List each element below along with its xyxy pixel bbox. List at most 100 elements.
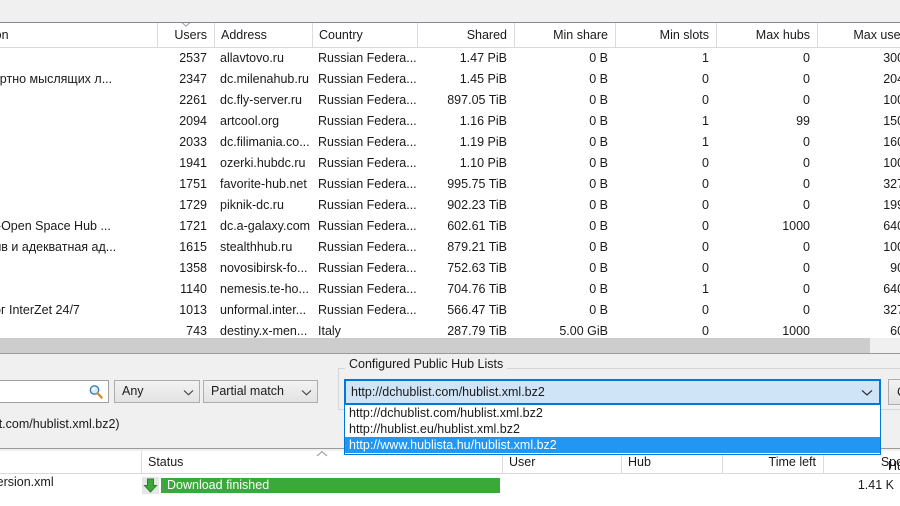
hub-list-column-header[interactable]: Country (312, 23, 416, 47)
hub-list-cell-users: 1941 (157, 153, 213, 174)
hub-list-body[interactable]: orld2537allavtovo.ruRussian Federa...1.4… (0, 48, 900, 338)
hub-list-cell-shared: 1.47 PiB (417, 48, 513, 69)
hub-list-cell-shared: 1.45 PiB (417, 69, 513, 90)
hub-list-cell-max-hubs: 0 (716, 48, 816, 69)
hub-list-cell-shared: 995.75 TiB (417, 174, 513, 195)
hub-list-cell-min-slots: 0 (615, 258, 715, 279)
table-row[interactable]: Петербург InterZet 24/71013unformal.inte… (0, 300, 900, 321)
hub-list-cell-max-hubs: 1000 (716, 321, 816, 338)
hub-list-cell-users: 1729 (157, 195, 213, 216)
hub-list-cell-description: [ • - Wide-Open Space Hub ... (0, 216, 155, 237)
hub-list-url-combo[interactable]: http://dchublist.com/hublist.xml.bz2 (344, 379, 881, 405)
status-badge: Download finished (167, 478, 269, 493)
hub-list-url-dropdown[interactable]: http://dchublist.com/hublist.xml.bz2http… (344, 404, 881, 455)
hub-list-cell-country: Russian Federa... (312, 153, 416, 174)
hub-list-cell-min-share: 0 B (514, 111, 614, 132)
hub-list-cell-shared: 1.19 PiB (417, 132, 513, 153)
hub-list-cell-users: 2347 (157, 69, 213, 90)
transfers-column-header[interactable]: File (0, 451, 140, 473)
hubs-column-label: Hubs (888, 458, 900, 474)
hub-list-column-header[interactable]: Min slots (615, 23, 715, 47)
hub-list-column-header[interactable]: Max hubs (716, 23, 816, 47)
dropdown-option[interactable]: http://hublist.eu/hublist.xml.bz2 (345, 421, 880, 437)
hub-list-cell-shared: 1.10 PiB (417, 153, 513, 174)
table-row[interactable]: C++2261dc.fly-server.ruRussian Federa...… (0, 90, 900, 111)
hub-list-cell-shared: 879.21 TiB (417, 237, 513, 258)
hub-list-cell-max-users: 1999 (817, 195, 900, 216)
hub-list-cell-min-share: 0 B (514, 216, 614, 237)
table-row[interactable]: an trivia743destiny.x-men...Italy287.79 … (0, 321, 900, 338)
hub-list-cell-shared: 287.79 TiB (417, 321, 513, 338)
hub-list-cell-country: Italy (312, 321, 416, 338)
hub-list-scroll-thumb[interactable] (0, 338, 870, 353)
hub-list-cell-min-slots: 1 (615, 279, 715, 300)
hub-list-horizontal-scrollbar[interactable] (0, 338, 900, 353)
dropdown-option[interactable]: http://dchublist.com/hublist.xml.bz2 (345, 405, 880, 421)
hub-list-cell-description: an trivia (0, 321, 155, 338)
hub-list-cell-min-slots: 0 (615, 153, 715, 174)
table-row[interactable]: [ • - Wide-Open Space Hub ...1721dc.a-ga… (0, 216, 900, 237)
window-top-band (0, 0, 900, 23)
hub-list-column-header[interactable]: Address (214, 23, 311, 47)
hub-list-cell-max-hubs: 0 (716, 153, 816, 174)
table-row[interactable]: 1751favorite-hub.netRussian Federa...995… (0, 174, 900, 195)
hub-list-cell-max-users: 6400 (817, 216, 900, 237)
hub-list-cell-shared: 566.47 TiB (417, 300, 513, 321)
hub-list-column-header[interactable]: Shared (417, 23, 513, 47)
hub-list-column-header[interactable]: Max users (817, 23, 900, 47)
hub-list-cell-max-users: 1500 (817, 111, 900, 132)
sort-ascending-icon (316, 451, 328, 458)
chevron-down-icon[interactable] (861, 389, 873, 396)
hub-list-cell-address: destiny.x-men... (214, 321, 311, 338)
hub-list-cell-description: Петербург InterZet 24/7 (0, 300, 155, 321)
hub-list-column-header[interactable]: Description (0, 23, 155, 47)
hub-list-cell-min-slots: 1 (615, 48, 715, 69)
table-row[interactable]: orld2537allavtovo.ruRussian Federa...1.4… (0, 48, 900, 69)
hub-list-cell-max-hubs: 0 (716, 69, 816, 90)
hub-list-column-header[interactable]: Min share (514, 23, 614, 47)
hub-list-column-header-label: Shared (467, 28, 507, 42)
hub-list-cell-max-users: 3000 (817, 48, 900, 69)
search-input[interactable] (0, 380, 109, 403)
transfers-column-header-label: Hub (628, 455, 651, 469)
hub-list-cell-shared: 902.23 TiB (417, 195, 513, 216)
magnifier-icon[interactable] (88, 384, 104, 400)
hub-list-column-header[interactable]: Users (157, 23, 213, 47)
chevron-down-icon[interactable] (183, 389, 194, 396)
hub-list-cell-min-share: 0 B (514, 132, 614, 153)
hub-list-column-header-label: Max hubs (756, 28, 810, 42)
hub-list-cell-description (0, 195, 155, 216)
hub-list-cell-min-slots: 0 (615, 300, 715, 321)
hub-list-cell-min-share: 0 B (514, 300, 614, 321)
hub-list-cell-country: Russian Federa... (312, 216, 416, 237)
filter-column-combo[interactable]: Any (114, 380, 200, 403)
hub-list-cell-min-slots: 0 (615, 195, 715, 216)
hub-list-cell-max-users: 3276 (817, 174, 900, 195)
hub-list-cell-address: dc.fly-server.ru (214, 90, 311, 111)
hub-list-cell-shared: 602.61 TiB (417, 216, 513, 237)
public-hub-list-table[interactable]: DescriptionUsersAddressCountry Shared Min … (0, 23, 900, 338)
transfers-column-header-label: Status (148, 455, 183, 469)
hub-list-cell-max-hubs: 99 (716, 111, 816, 132)
table-row[interactable]: 1729piknik-dc.ruRussian Federa...902.23 … (0, 195, 900, 216)
hub-list-cell-min-slots: 0 (615, 216, 715, 237)
table-row[interactable]: й колектив и адекватная ад...1615stealth… (0, 237, 900, 258)
hub-list-cell-min-share: 0 B (514, 195, 614, 216)
transfer-speed: 1.41 K (700, 474, 900, 496)
table-row[interactable]: 1140nemesis.te-ho...Russian Federa...704… (0, 279, 900, 300)
table-row[interactable]: 2033dc.filimania.co...Russian Federa...1… (0, 132, 900, 153)
table-row[interactable]: нестандартно мыслящих л...2347dc.milenah… (0, 69, 900, 90)
configure-button[interactable]: Configure (888, 379, 900, 405)
hub-list-header-row[interactable]: DescriptionUsersAddressCountry Shared Min … (0, 23, 900, 48)
dropdown-option[interactable]: http://www.hublista.hu/hublist.xml.bz2 (345, 437, 880, 453)
filter-method-combo[interactable]: Partial match (203, 380, 318, 403)
hub-list-cell-max-users: 2048 (817, 69, 900, 90)
table-row[interactable]: Н1941ozerki.hubdc.ruRussian Federa...1.1… (0, 153, 900, 174)
hub-list-cell-address: artcool.org (214, 111, 311, 132)
hub-list-cell-max-hubs: 0 (716, 195, 816, 216)
hub-list-cell-country: Russian Federa... (312, 132, 416, 153)
table-row[interactable]: 1358novosibirsk-fo...Russian Federa...75… (0, 258, 900, 279)
hub-list-cell-shared: 752.63 TiB (417, 258, 513, 279)
chevron-down-icon[interactable] (301, 389, 312, 396)
table-row[interactable]: ia2094artcool.orgRussian Federa...1.16 P… (0, 111, 900, 132)
